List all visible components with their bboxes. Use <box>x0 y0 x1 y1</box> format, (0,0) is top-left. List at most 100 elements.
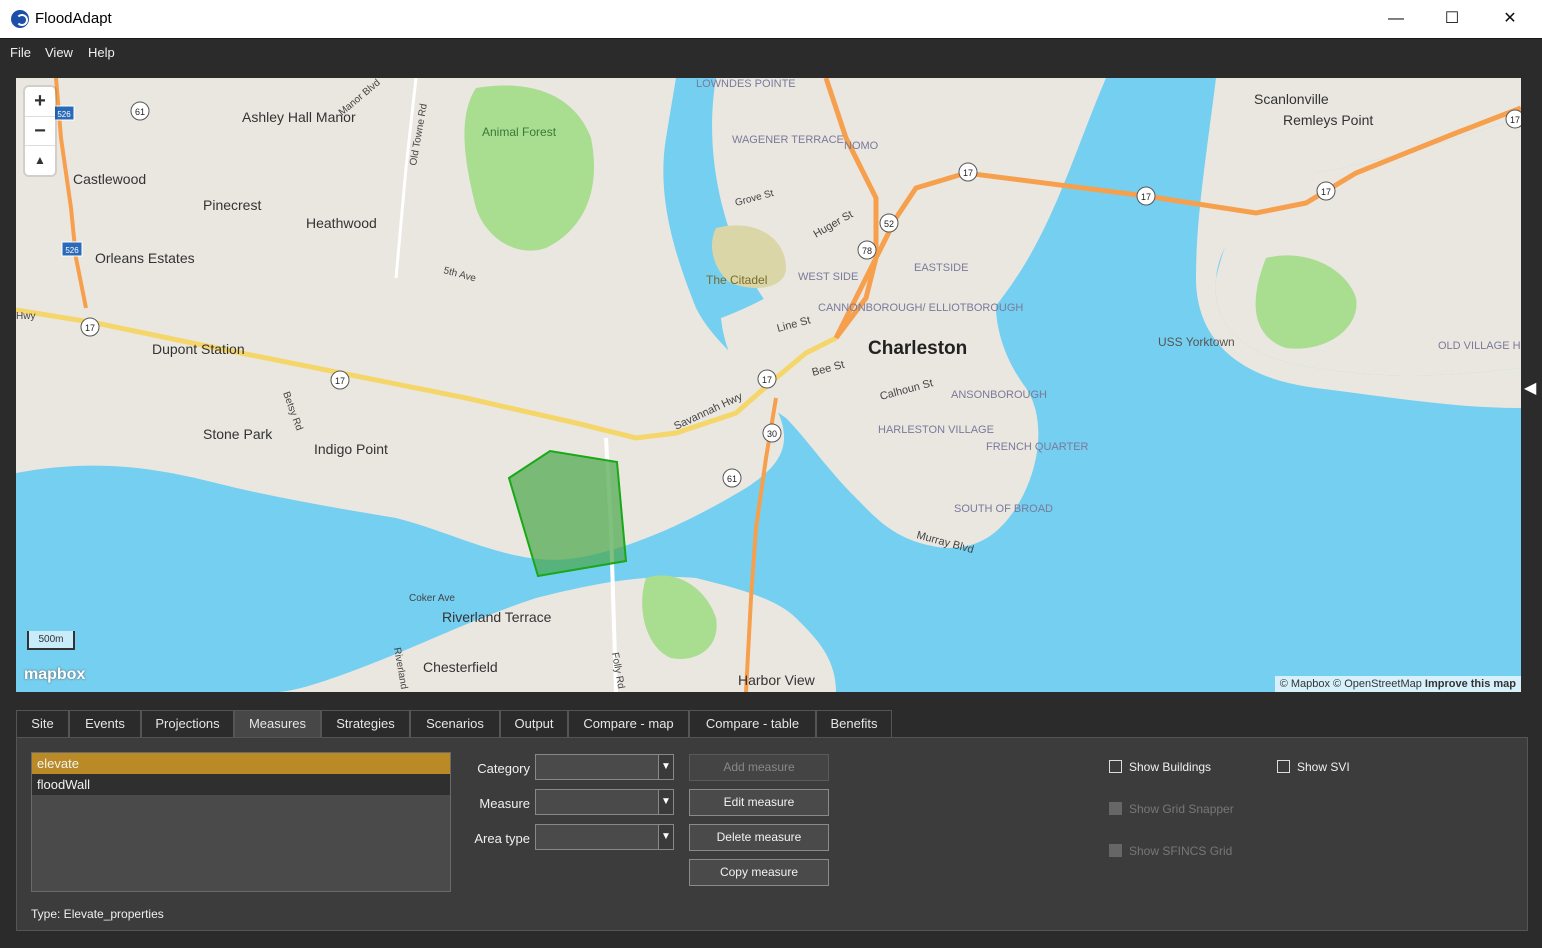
edit-measure-button[interactable]: Edit measure <box>689 789 829 816</box>
attribution-text[interactable]: © Mapbox © OpenStreetMap <box>1280 678 1422 690</box>
delete-measure-button[interactable]: Delete measure <box>689 824 829 851</box>
measure-select[interactable]: ▼ <box>535 789 674 815</box>
map-label: Stone Park <box>203 426 273 442</box>
map-label: Riverland Terrace <box>442 609 552 625</box>
map-label: WAGENER TERRACE <box>732 134 844 146</box>
map-label: Scanlonville <box>1254 91 1329 107</box>
checkbox-box[interactable] <box>1109 760 1122 773</box>
tab-benefits[interactable]: Benefits <box>816 710 892 738</box>
panel-toggle-arrow-icon[interactable]: ◀ <box>1524 378 1536 398</box>
checkbox-box[interactable] <box>1109 802 1122 815</box>
add-measure-button[interactable]: Add measure <box>689 754 829 781</box>
checkbox-label: Show SFINCS Grid <box>1129 844 1233 858</box>
map-label: FRENCH QUARTER <box>986 441 1089 453</box>
measure-label: Measure <box>479 796 530 811</box>
map-label: Indigo Point <box>314 441 388 457</box>
show-svi-checkbox[interactable]: Show SVI <box>1277 760 1350 774</box>
route-shield: 17 <box>330 370 350 390</box>
improve-map-link[interactable]: Improve this map <box>1425 678 1516 690</box>
menu-view[interactable]: View <box>45 45 73 60</box>
route-shield: 17 <box>757 369 777 389</box>
map-label: Heathwood <box>306 215 377 231</box>
maximize-button[interactable]: ☐ <box>1424 0 1480 38</box>
measures-list[interactable]: elevate floodWall <box>31 752 451 892</box>
measures-panel: elevate floodWall Type: Elevate_properti… <box>16 737 1528 931</box>
tab-site[interactable]: Site <box>16 710 69 738</box>
map-label: CANNONBOROUGH/ ELLIOTBOROUGH <box>818 302 1023 314</box>
chevron-down-icon: ▼ <box>658 790 673 814</box>
tab-compare-table[interactable]: Compare - table <box>689 710 816 738</box>
svg-text:526: 526 <box>65 246 79 255</box>
svg-text:17: 17 <box>85 323 95 333</box>
route-shield: 17 <box>958 162 978 182</box>
title-bar: FloodAdapt — ☐ ✕ <box>0 0 1542 38</box>
map-label: EASTSIDE <box>914 262 968 274</box>
svg-text:61: 61 <box>135 107 145 117</box>
mapbox-logo: mapbox <box>24 666 86 683</box>
map-label-charleston: Charleston <box>868 338 967 359</box>
tab-output[interactable]: Output <box>500 710 568 738</box>
map-label: ANSONBOROUGH <box>951 389 1047 401</box>
route-shield: 17 <box>1136 186 1156 206</box>
tab-measures[interactable]: Measures <box>234 710 321 738</box>
park-area <box>464 85 594 251</box>
tab-projections[interactable]: Projections <box>141 710 234 738</box>
app-logo-icon <box>11 10 29 28</box>
tab-strategies[interactable]: Strategies <box>321 710 410 738</box>
compass-icon[interactable]: ▲ <box>25 145 55 175</box>
window-title: FloodAdapt <box>35 10 112 27</box>
zoom-in-button[interactable]: + <box>25 87 55 116</box>
measure-polygon[interactable] <box>507 449 628 578</box>
category-select[interactable]: ▼ <box>535 754 674 780</box>
map-label: OLD VILLAGE HISTORIC DISTRICT <box>1438 340 1521 352</box>
map-label: The Citadel <box>706 273 767 287</box>
checkbox-label: Show SVI <box>1297 760 1350 774</box>
svg-text:17: 17 <box>1321 187 1331 197</box>
area-type-select[interactable]: ▼ <box>535 824 674 850</box>
menu-help[interactable]: Help <box>88 45 115 60</box>
checkbox-label: Show Grid Snapper <box>1129 802 1234 816</box>
copy-measure-button[interactable]: Copy measure <box>689 859 829 886</box>
tab-compare-map[interactable]: Compare - map <box>568 710 689 738</box>
chevron-down-icon: ▼ <box>658 755 673 779</box>
close-button[interactable]: ✕ <box>1482 0 1538 38</box>
map-label: Hwy <box>16 311 35 322</box>
svg-text:17: 17 <box>1141 192 1151 202</box>
show-buildings-checkbox[interactable]: Show Buildings <box>1109 760 1211 774</box>
map-label: Dupont Station <box>152 341 245 357</box>
map-canvas: Charleston Ashley Hall Manor Castlewood … <box>16 78 1521 692</box>
list-item[interactable]: elevate <box>32 753 450 774</box>
show-sfincs-grid-checkbox[interactable]: Show SFINCS Grid <box>1109 844 1232 858</box>
svg-text:30: 30 <box>767 429 777 439</box>
svg-text:17: 17 <box>335 376 345 386</box>
chevron-down-icon: ▼ <box>658 825 673 849</box>
checkbox-box[interactable] <box>1277 760 1290 773</box>
route-shield: 526 <box>61 241 83 257</box>
checkbox-label: Show Buildings <box>1129 760 1212 774</box>
list-item[interactable]: floodWall <box>32 774 450 795</box>
checkbox-box[interactable] <box>1109 844 1122 857</box>
menu-bar: File View Help <box>0 38 1542 64</box>
map-label: 5th Ave <box>442 265 477 284</box>
tab-events[interactable]: Events <box>69 710 141 738</box>
show-grid-snapper-checkbox[interactable]: Show Grid Snapper <box>1109 802 1234 816</box>
map-label: LOWNDES POINTE <box>696 78 796 90</box>
minimize-button[interactable]: — <box>1368 0 1424 38</box>
map-label: Chesterfield <box>423 659 498 675</box>
menu-file[interactable]: File <box>10 45 31 60</box>
park-area <box>642 575 717 659</box>
measure-type-label: Type: Elevate_properties <box>31 907 164 921</box>
route-shield: 61 <box>130 101 150 121</box>
map-label: Remleys Point <box>1283 112 1373 128</box>
map-label: Orleans Estates <box>95 250 195 266</box>
svg-text:17: 17 <box>762 375 772 385</box>
tab-scenarios[interactable]: Scenarios <box>410 710 500 738</box>
svg-text:78: 78 <box>862 246 872 256</box>
svg-text:61: 61 <box>727 474 737 484</box>
route-shield: 78 <box>857 240 877 260</box>
zoom-control: + − ▲ <box>25 87 55 175</box>
map-view[interactable]: Charleston Ashley Hall Manor Castlewood … <box>16 78 1521 692</box>
route-shield: 17 <box>1505 109 1521 129</box>
zoom-out-button[interactable]: − <box>25 116 55 146</box>
map-label: HARLESTON VILLAGE <box>878 424 994 436</box>
